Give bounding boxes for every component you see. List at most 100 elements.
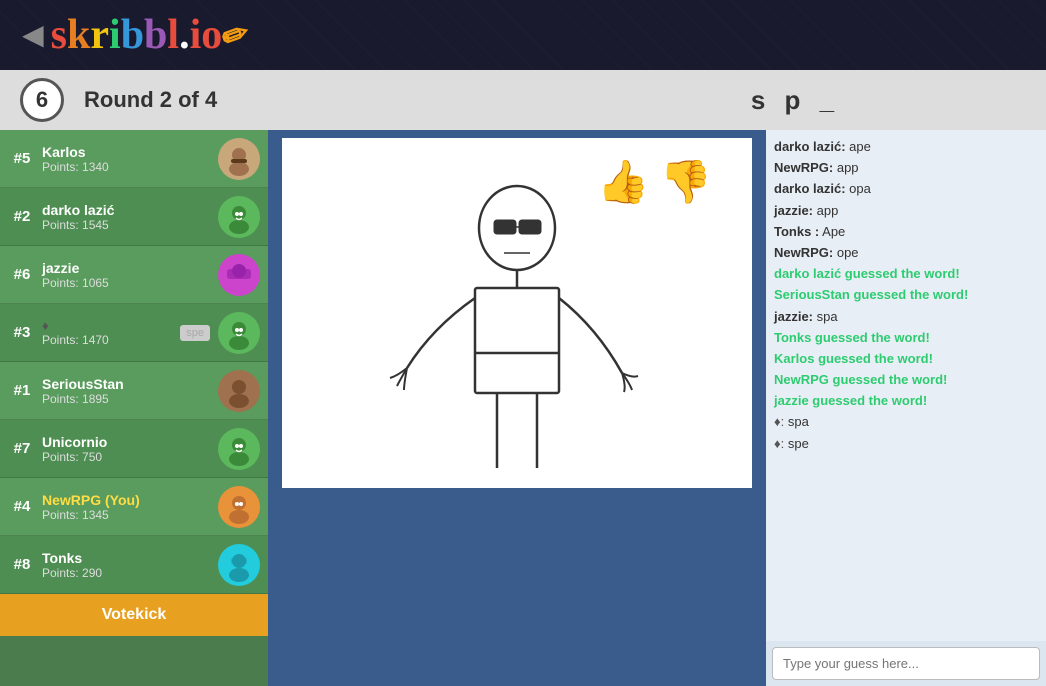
timer-display: 6 <box>20 78 64 122</box>
player-name: Tonks <box>42 550 212 566</box>
main-layout: #5 Karlos Points: 1340 #2 darko lazić Po… <box>0 130 1046 686</box>
player-rank: #5 <box>8 150 36 167</box>
votekick-button[interactable]: Votekick <box>0 594 268 636</box>
chat-panel: darko lazić: ape NewRPG: app darko lazić: … <box>766 130 1046 686</box>
logo-char-b1: b <box>121 11 144 59</box>
player-points: Points: 1470 <box>42 333 174 347</box>
logo-dot: . <box>179 11 190 59</box>
scoreboard: #5 Karlos Points: 1340 #2 darko lazić Po… <box>0 130 268 686</box>
player-avatar <box>218 486 260 528</box>
chat-message: darko lazić: ape <box>774 138 1038 156</box>
app-header: ◄ s k r i b b l . io ✏ <box>0 0 1046 70</box>
chat-message: Tonks guessed the word! <box>774 329 1038 347</box>
player-points: Points: 1340 <box>42 160 212 174</box>
chat-message: Tonks : Ape <box>774 223 1038 241</box>
player-points: Points: 1545 <box>42 218 212 232</box>
player-rank: #7 <box>8 440 36 457</box>
drawing-canvas: 👍 👎 <box>282 138 752 488</box>
player-info: Tonks Points: 290 <box>42 550 212 580</box>
player-points: Points: 1895 <box>42 392 212 406</box>
player-row: #5 Karlos Points: 1340 <box>0 130 268 188</box>
pencil-icon: ✏ <box>217 13 255 58</box>
logo-arrow: ◄ <box>15 14 51 56</box>
player-rank: #4 <box>8 498 36 515</box>
chat-message: ♦: spa <box>774 413 1038 431</box>
logo-char-r: r <box>90 11 109 59</box>
player-name: Unicornio <box>42 434 212 450</box>
player-points: Points: 290 <box>42 566 212 580</box>
player-rank: #6 <box>8 266 36 283</box>
player-avatar <box>218 254 260 296</box>
logo-char-k: k <box>67 11 90 59</box>
thumbs-up-icon[interactable]: 👍 <box>597 158 649 207</box>
chat-input-area <box>766 641 1046 686</box>
logo-char-l: l <box>167 11 179 59</box>
player-info: darko lazić Points: 1545 <box>42 202 212 232</box>
player-rank: #2 <box>8 208 36 225</box>
chat-diamond: ♦: <box>774 436 788 451</box>
player-points: Points: 750 <box>42 450 212 464</box>
chat-sender: jazzie: <box>774 309 813 324</box>
player-row: #8 Tonks Points: 290 <box>0 536 268 594</box>
player-name: darko lazić <box>42 202 212 218</box>
player-rank: #3 <box>8 324 36 341</box>
logo-char-s: s <box>51 11 67 59</box>
round-bar: 6 Round 2 of 4 s p _ <box>0 70 1046 130</box>
player-info: ♦ Points: 1470 <box>42 318 174 347</box>
logo-char-i: i <box>109 11 121 59</box>
player-name: NewRPG (You) <box>42 492 212 508</box>
chat-sender: darko lazić: <box>774 139 846 154</box>
drawing-indicator: spe <box>180 325 210 341</box>
chat-sender: NewRPG: <box>774 160 833 175</box>
player-row: #3 ♦ Points: 1470 spe <box>0 304 268 362</box>
chat-message: ♦: spe <box>774 435 1038 453</box>
chat-message: jazzie: app <box>774 202 1038 220</box>
player-avatar <box>218 312 260 354</box>
player-info: NewRPG (You) Points: 1345 <box>42 492 212 522</box>
player-avatar <box>218 196 260 238</box>
chat-sender: darko lazić: <box>774 181 846 196</box>
chat-message: NewRPG guessed the word! <box>774 371 1038 389</box>
logo-io: io <box>190 11 223 59</box>
player-avatar <box>218 370 260 412</box>
player-name: Karlos <box>42 144 212 160</box>
thumbs-down-icon[interactable]: 👎 <box>660 158 712 207</box>
player-row: #1 SeriousStan Points: 1895 <box>0 362 268 420</box>
player-row: #6 jazzie Points: 1065 <box>0 246 268 304</box>
chat-input[interactable] <box>772 647 1040 680</box>
logo-char-b2: b <box>144 11 167 59</box>
chat-messages: darko lazić: ape NewRPG: app darko lazić: … <box>766 130 1046 641</box>
player-info: jazzie Points: 1065 <box>42 260 212 290</box>
player-name: SeriousStan <box>42 376 212 392</box>
chat-message: NewRPG: ope <box>774 244 1038 262</box>
chat-message: jazzie guessed the word! <box>774 392 1038 410</box>
player-avatar <box>218 428 260 470</box>
player-info: Unicornio Points: 750 <box>42 434 212 464</box>
chat-message: SeriousStan guessed the word! <box>774 286 1038 304</box>
player-name: ♦ <box>42 318 174 333</box>
chat-sender: Tonks : <box>774 224 819 239</box>
player-points: Points: 1065 <box>42 276 212 290</box>
chat-message: darko lazić: opa <box>774 180 1038 198</box>
player-rank: #1 <box>8 382 36 399</box>
player-row: #2 darko lazić Points: 1545 <box>0 188 268 246</box>
player-info: SeriousStan Points: 1895 <box>42 376 212 406</box>
chat-message: jazzie: spa <box>774 308 1038 326</box>
player-avatar <box>218 138 260 180</box>
word-hint: s p _ <box>565 85 1026 116</box>
player-avatar <box>218 544 260 586</box>
player-info: Karlos Points: 1340 <box>42 144 212 174</box>
thumbs-container: 👍 👎 <box>597 158 712 207</box>
chat-message: Karlos guessed the word! <box>774 350 1038 368</box>
timer-value: 6 <box>36 87 48 113</box>
chat-diamond: ♦: <box>774 414 788 429</box>
player-row: #4 NewRPG (You) Points: 1345 <box>0 478 268 536</box>
app-logo: ◄ s k r i b b l . io ✏ <box>15 11 249 59</box>
player-row: #7 Unicornio Points: 750 <box>0 420 268 478</box>
chat-message: darko lazić guessed the word! <box>774 265 1038 283</box>
players-list: #5 Karlos Points: 1340 #2 darko lazić Po… <box>0 130 268 594</box>
chat-sender: NewRPG: <box>774 245 833 260</box>
canvas-area: 👍 👎 <box>268 130 766 686</box>
chat-message: NewRPG: app <box>774 159 1038 177</box>
round-label: Round 2 of 4 <box>84 87 545 113</box>
